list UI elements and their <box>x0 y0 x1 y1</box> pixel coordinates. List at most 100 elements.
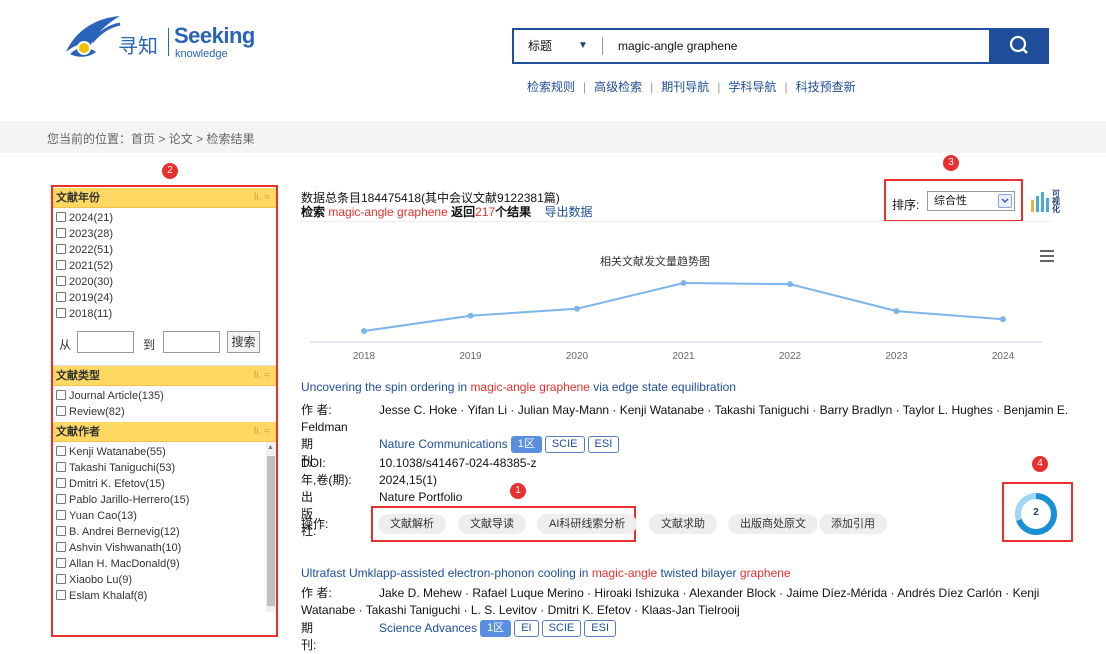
year-search-button[interactable]: 搜索 <box>227 331 260 353</box>
chart-point[interactable] <box>893 308 900 315</box>
checkbox[interactable] <box>56 260 66 270</box>
ai-analysis-button[interactable]: AI科研线索分析 <box>537 514 638 534</box>
chart-point[interactable] <box>787 281 793 288</box>
filter-option[interactable]: 2023(28) <box>53 226 276 242</box>
filter-option[interactable]: Takashi Taniguchi(53) <box>53 460 276 476</box>
filter-option-label: Allan H. MacDonald(9) <box>69 558 180 570</box>
collapse-icon[interactable]: lı. ≈ <box>254 422 270 442</box>
nav-advanced-search[interactable]: 高级检索 <box>594 80 642 94</box>
checkbox[interactable] <box>56 558 66 568</box>
result-title[interactable]: Ultrafast Umklapp-assisted electron-phon… <box>301 566 791 580</box>
result-title-highlight: magic-angle <box>591 566 658 580</box>
visualize-button[interactable]: 可视化 <box>1030 190 1064 214</box>
volume-label: 年,卷(期): <box>301 473 352 487</box>
checkbox[interactable] <box>56 390 66 400</box>
collapse-icon[interactable]: lı. ≈ <box>254 366 270 386</box>
filter-option-label: 2024(21) <box>69 212 114 224</box>
chart-point[interactable] <box>1000 316 1006 323</box>
authors-text-cont[interactable]: Watanabe · Takashi Taniguchi · L. S. Lev… <box>301 602 740 619</box>
breadcrumb-home[interactable]: 首页 <box>131 132 155 146</box>
chart-point[interactable] <box>467 312 474 319</box>
journal-link[interactable]: Science Advances <box>379 621 477 635</box>
caret-down-icon: ▼ <box>578 40 588 51</box>
export-data-link[interactable]: 导出数据 <box>545 205 593 219</box>
scrollbar-thumb[interactable] <box>267 456 275 606</box>
author-list-scrollbar[interactable]: ▲ <box>266 442 276 612</box>
breadcrumb-current: 检索结果 <box>206 132 255 146</box>
filter-option[interactable]: Journal Article(135) <box>53 388 276 404</box>
filter-author-header[interactable]: 文献作者 lı. ≈ <box>53 422 276 442</box>
filter-option[interactable]: 2019(24) <box>53 290 276 306</box>
filter-type-header[interactable]: 文献类型 lı. ≈ <box>53 366 276 386</box>
filter-option[interactable]: Allan H. MacDonald(9) <box>53 556 276 572</box>
filter-option[interactable]: Review(82) <box>53 404 276 420</box>
filter-type-title: 文献类型 <box>56 370 100 382</box>
checkbox[interactable] <box>56 494 66 504</box>
checkbox[interactable] <box>56 510 66 520</box>
nav-journal-guide[interactable]: 期刊导航 <box>661 80 709 94</box>
journal-tag: 1区 <box>510 436 542 453</box>
filter-option[interactable]: Xiaobo Lu(9) <box>53 572 276 588</box>
authors-text[interactable]: Jake D. Mehew · Rafael Luque Merino · Hi… <box>379 585 1039 602</box>
filter-option[interactable]: B. Andrei Bernevig(12) <box>53 524 276 540</box>
journal-link[interactable]: Nature Communications <box>379 437 508 451</box>
search-field-select[interactable]: 标题 ▼ <box>514 30 604 62</box>
filter-option[interactable]: Yuan Cao(13) <box>53 508 276 524</box>
filter-option[interactable]: 2022(51) <box>53 242 276 258</box>
nav-search-rules[interactable]: 检索规则 <box>527 80 575 94</box>
filter-option-label: Takashi Taniguchi(53) <box>69 462 176 474</box>
filter-option[interactable]: Dmitri K. Efetov(15) <box>53 476 276 492</box>
search-input[interactable]: magic-angle graphene <box>618 30 737 62</box>
checkbox[interactable] <box>56 478 66 488</box>
checkbox[interactable] <box>56 446 66 456</box>
site-logo[interactable]: 寻知 Seeking knowledge <box>62 12 262 62</box>
authors-text-cont[interactable]: Feldman <box>301 419 348 436</box>
checkbox[interactable] <box>56 590 66 600</box>
chart-point[interactable] <box>361 328 367 334</box>
checkbox[interactable] <box>56 228 66 238</box>
ops-label: 操作: <box>301 517 329 531</box>
nav-novelty-check[interactable]: 科技预查新 <box>796 80 856 94</box>
search-button[interactable] <box>989 28 1049 64</box>
filter-year-header[interactable]: 文献年份 lı. ≈ <box>53 188 276 208</box>
breadcrumb-separator: > <box>158 132 166 146</box>
chart-point[interactable] <box>574 305 580 312</box>
filter-option[interactable]: Kenji Watanabe(55) <box>53 444 276 460</box>
add-citation-button[interactable]: 添加引用 <box>819 514 887 534</box>
breadcrumb-papers[interactable]: 论文 <box>169 132 193 146</box>
result-title[interactable]: Uncovering the spin ordering in magic-an… <box>301 380 736 394</box>
checkbox[interactable] <box>56 308 66 318</box>
chart-point[interactable] <box>680 280 687 286</box>
checkbox[interactable] <box>56 462 66 472</box>
nav-subject-guide[interactable]: 学科导航 <box>728 80 776 94</box>
analyze-button[interactable]: 文献解析 <box>378 514 446 534</box>
checkbox[interactable] <box>56 542 66 552</box>
filter-option[interactable]: Ashvin Vishwanath(10) <box>53 540 276 556</box>
chart-x-tick-label: 2023 <box>885 351 908 362</box>
filter-option-label: 2023(28) <box>69 228 114 240</box>
guide-button[interactable]: 文献导读 <box>458 514 526 534</box>
authors-text[interactable]: Jesse C. Hoke · Yifan Li · Julian May-Ma… <box>379 402 1068 419</box>
filter-option[interactable]: 2020(30) <box>53 274 276 290</box>
checkbox[interactable] <box>56 574 66 584</box>
filter-option[interactable]: Pablo Jarillo-Herrero(15) <box>53 492 276 508</box>
filter-option[interactable]: 2024(21) <box>53 210 276 226</box>
checkbox[interactable] <box>56 276 66 286</box>
checkbox[interactable] <box>56 406 66 416</box>
year-from-input[interactable] <box>77 331 134 353</box>
request-button[interactable]: 文献求助 <box>649 514 717 534</box>
scroll-up-icon[interactable]: ▲ <box>267 444 274 451</box>
filter-option[interactable]: Eslam Khalaf(8) <box>53 588 276 604</box>
publisher-fulltext-button[interactable]: 出版商处原文 <box>728 514 818 534</box>
checkbox[interactable] <box>56 292 66 302</box>
checkbox[interactable] <box>56 244 66 254</box>
checkbox[interactable] <box>56 526 66 536</box>
filter-option[interactable]: 2018(11) <box>53 306 276 322</box>
score-ring[interactable]: 2 <box>1014 492 1058 536</box>
collapse-icon[interactable]: lı. ≈ <box>254 188 270 208</box>
sort-select[interactable]: 综合性 <box>927 191 1015 211</box>
filter-option[interactable]: 2021(52) <box>53 258 276 274</box>
checkbox[interactable] <box>56 212 66 222</box>
doi-label: DOI: <box>301 456 326 470</box>
year-to-input[interactable] <box>163 331 220 353</box>
